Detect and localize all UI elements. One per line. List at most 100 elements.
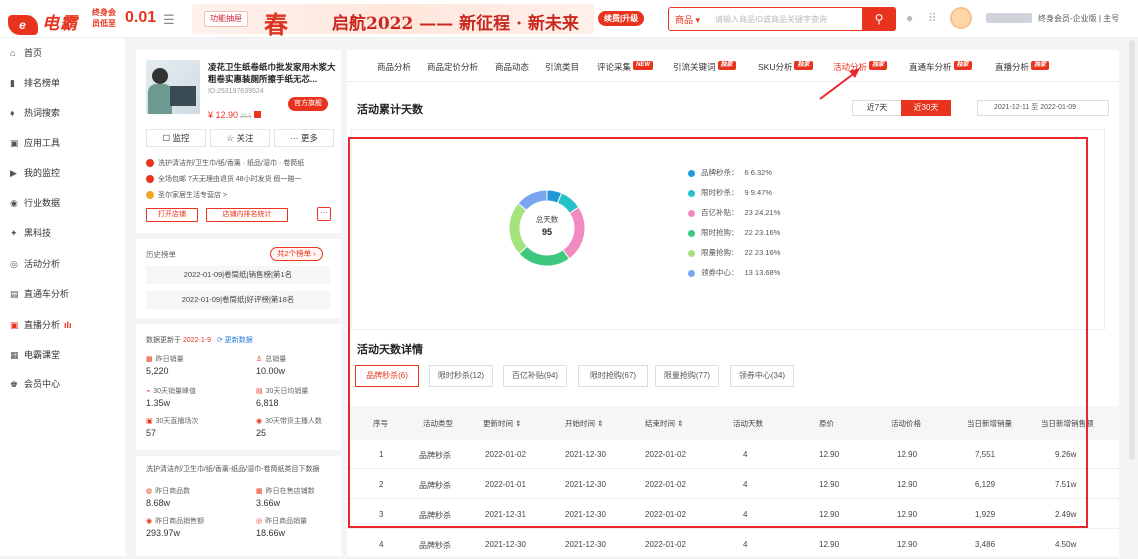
- legend-item[interactable]: 限时秒杀： 9 9.47%: [688, 187, 772, 198]
- divider: [136, 450, 341, 456]
- table-cell: 4: [379, 540, 384, 549]
- feature-drawer-button[interactable]: 功能抽屉: [204, 11, 248, 27]
- product-title[interactable]: 凌花卫生纸卷纸巾批发家用木浆大粗卷实惠装厕所擦手纸无芯...: [208, 61, 336, 85]
- follow-button[interactable]: ☆ 关注: [210, 129, 270, 147]
- tab-dynamics[interactable]: 商品动态: [495, 61, 529, 73]
- official-flagship-badge[interactable]: 官方旗舰: [288, 97, 328, 111]
- tab-train[interactable]: 直通车分析 独家: [909, 61, 972, 73]
- col-start-time[interactable]: 开始时间 ⇕: [565, 418, 603, 429]
- table-cell: 2021-12-30: [565, 450, 606, 459]
- promo-text[interactable]: 终身会 员低至: [92, 7, 116, 29]
- legend-item[interactable]: 百亿补贴： 23 24.21%: [688, 207, 780, 218]
- search-box[interactable]: 商品 ▾ 请输入商品ID或商品关键字查询 ⚲: [668, 7, 896, 31]
- table-row[interactable]: 1 品牌秒杀 2022-01-02 2021-12-30 2022-01-02 4 12.9…: [347, 440, 1119, 469]
- product-image[interactable]: [146, 60, 200, 114]
- tab-comments[interactable]: 评论采集 NEW: [597, 61, 654, 73]
- range-30-days[interactable]: 近30天: [901, 100, 951, 116]
- tab-traffic-category[interactable]: 引流类目: [545, 61, 579, 73]
- sidebar-item-label: 热词搜索: [24, 108, 61, 118]
- col-update-time[interactable]: 更新时间 ⇕: [483, 418, 521, 429]
- detail-tab-subsidy[interactable]: 百亿补贴(94): [503, 365, 567, 387]
- sidebar-item-tools[interactable]: ▣ 应用工具: [10, 135, 60, 151]
- tab-live[interactable]: 直播分析 独家: [995, 61, 1050, 73]
- history-entry[interactable]: 2022-01-09|卷筒纸|好评榜|第18名: [146, 291, 330, 309]
- stat-item: ♙ 总销量 10.00w: [256, 354, 286, 376]
- history-entry[interactable]: 2022-01-09|卷筒纸|销售榜|第1名: [146, 266, 330, 284]
- table-row[interactable]: 3 品牌秒杀 2021-12-31 2021-12-30 2022-01-02 4 12.9…: [347, 500, 1119, 529]
- shop-name[interactable]: 圣尔家居生活专营店 >: [158, 192, 227, 199]
- total-sales-icon: ♙: [256, 356, 263, 363]
- shop-rank-button[interactable]: 店铺内排名统计: [206, 208, 288, 222]
- table-row[interactable]: 2 品牌秒杀 2022-01-01 2021-12-30 2022-01-02 4 12.9…: [347, 470, 1119, 499]
- scrollbar-thumb[interactable]: [1129, 40, 1135, 460]
- exclusive-badge: 独家: [794, 61, 813, 70]
- sidebar-item-black-tech[interactable]: ✦ 黑科技: [10, 225, 51, 241]
- new-badge: NEW: [633, 61, 654, 70]
- table-cell: 2022-01-02: [645, 540, 686, 549]
- tab-product-analysis[interactable]: 商品分析: [377, 61, 411, 73]
- update-data-link[interactable]: ⟳ 更新数据: [217, 337, 253, 344]
- legend-value: 22 23.16%: [744, 228, 781, 237]
- promo-price[interactable]: 0.01: [125, 9, 156, 27]
- course-icon: ▦: [10, 350, 19, 360]
- user-avatar[interactable]: [950, 7, 972, 29]
- search-category-select[interactable]: 商品 ▾: [675, 13, 700, 26]
- donut-slice[interactable]: [518, 245, 571, 267]
- donut-slice[interactable]: [508, 202, 528, 255]
- category-icon: [146, 159, 154, 168]
- table-row[interactable]: 4 品牌秒杀 2021-12-30 2021-12-30 2022-01-02 4 12.9…: [347, 530, 1119, 559]
- col-end-time[interactable]: 结束时间 ⇕: [645, 418, 683, 429]
- shop-more-button[interactable]: ···: [317, 207, 331, 221]
- detail-tab-brand-seckill[interactable]: 品牌秒杀(6): [355, 365, 419, 387]
- tab-keywords[interactable]: 引流关键词 独家: [673, 61, 736, 73]
- legend-name: 限时秒杀：: [701, 188, 739, 197]
- help-icon[interactable]: ●: [906, 11, 913, 25]
- sidebar-item-industry[interactable]: ◉ 行业数据: [10, 195, 60, 211]
- sidebar-item-home[interactable]: ⌂ 首页: [10, 45, 42, 61]
- legend-item[interactable]: 领券中心： 13 13.68%: [688, 267, 780, 278]
- update-info: 数据更新于 2022-1-9 ⟳ 更新数据: [146, 335, 253, 345]
- sidebar-item-train[interactable]: ▤ 直通车分析: [10, 286, 69, 302]
- sidebar-item-course[interactable]: ▦ 电霸课堂: [10, 347, 60, 363]
- sidebar-item-activity[interactable]: ◎ 活动分析: [10, 256, 60, 272]
- tab-label: 引流关键词: [673, 62, 716, 72]
- search-input[interactable]: 请输入商品ID或商品关键字查询: [715, 14, 827, 25]
- tab-label: 商品动态: [495, 62, 530, 72]
- date-range-picker[interactable]: 2021-12-11 至 2022-01-09: [977, 100, 1109, 116]
- legend-item[interactable]: 品牌秒杀： 6 6.32%: [688, 167, 772, 178]
- sidebar-item-member[interactable]: ♚ 会员中心: [10, 376, 60, 392]
- open-shop-button[interactable]: 打开店铺: [146, 208, 198, 222]
- account-type[interactable]: 终身会员-企业版 | 主号: [1038, 13, 1119, 24]
- detail-tab-limited-sale[interactable]: 限量抢购(77): [655, 365, 719, 387]
- tab-pricing[interactable]: 商品定价分析: [427, 61, 478, 73]
- sidebar-item-ranking[interactable]: ▮ 排名榜单: [10, 75, 60, 91]
- sidebar-item-live[interactable]: ▣ 直播分析 ılı: [10, 317, 72, 333]
- sidebar-item-monitor[interactable]: ▶ 我的监控: [10, 165, 60, 181]
- legend-item[interactable]: 限量抢购： 22 23.16%: [688, 247, 780, 258]
- legend-dot: [688, 209, 695, 217]
- menu-icon[interactable]: ☰: [163, 12, 175, 28]
- tab-sku[interactable]: SKU分析 独家: [758, 61, 813, 73]
- renew-upgrade-button[interactable]: 续费|升级: [598, 11, 645, 26]
- divider: [136, 233, 341, 239]
- more-button[interactable]: ··· 更多: [274, 129, 334, 147]
- col-original-price: 原价: [819, 419, 834, 428]
- detail-tab-flash-seckill[interactable]: 限时秒杀(12): [429, 365, 493, 387]
- detail-tab-coupon-center[interactable]: 领券中心(34): [730, 365, 794, 387]
- rank-count-button[interactable]: 共2个榜单 ›: [270, 247, 323, 261]
- sidebar-item-hot-search[interactable]: ♦ 热词搜索: [10, 105, 60, 121]
- legend-item[interactable]: 限时抢购： 22 23.16%: [688, 227, 780, 238]
- page-scrollbar[interactable]: [1128, 40, 1136, 552]
- apps-grid-icon[interactable]: ⠿: [928, 11, 937, 25]
- donut-center-label: 总天数: [535, 215, 559, 224]
- range-7-days[interactable]: 近7天: [852, 100, 902, 116]
- search-icon[interactable]: ⚲: [862, 7, 896, 31]
- logo-text: 电霸: [42, 14, 78, 33]
- donut-slice[interactable]: [517, 189, 548, 212]
- shop-line[interactable]: 圣尔家居生活专营店 >: [146, 190, 227, 200]
- logo[interactable]: e 电霸: [8, 9, 78, 35]
- detail-tab-flash-sale[interactable]: 限时抢购(67): [578, 365, 648, 387]
- new-year-banner[interactable]: 功能抽屉 春 启航2022 —— 新征程 · 新未来: [192, 4, 594, 39]
- promo-line1: 终身会: [92, 8, 116, 17]
- monitor-button[interactable]: ☐ 监控: [146, 129, 206, 147]
